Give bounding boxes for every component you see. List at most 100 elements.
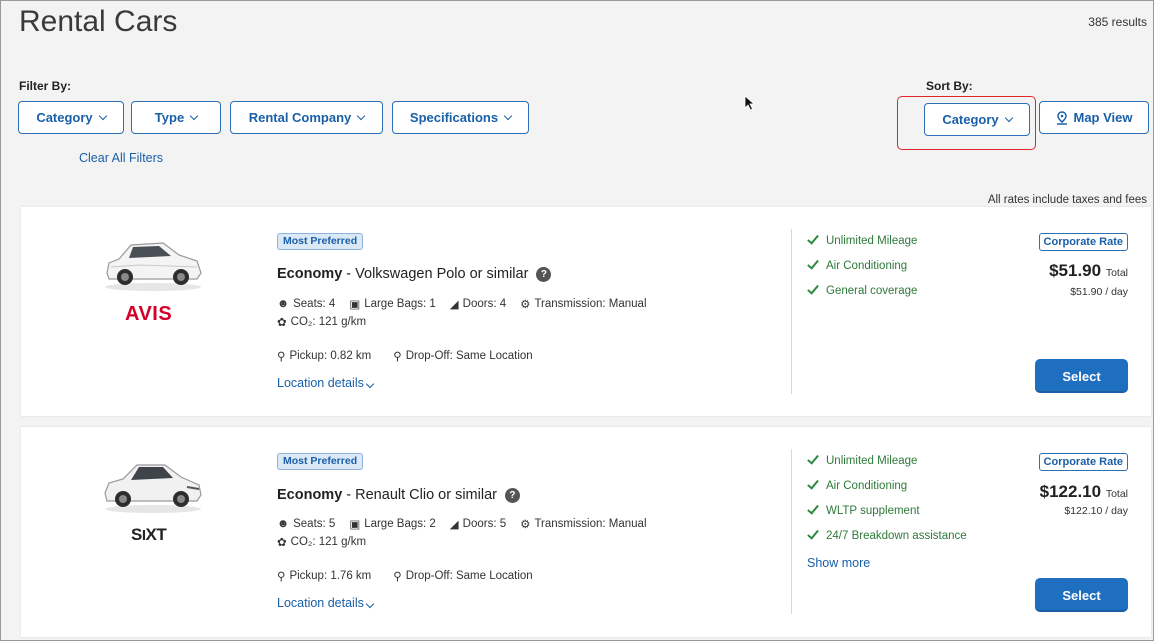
car-image	[105, 242, 202, 291]
location-details-label: Location details	[277, 376, 364, 390]
price-value: $51.90	[1049, 261, 1102, 280]
door-icon: ◢	[449, 299, 459, 311]
check-icon	[807, 452, 819, 465]
person-icon: ☻	[277, 298, 290, 310]
gear-icon: ⚙	[520, 299, 531, 311]
feature-item: WLTP supplement	[807, 498, 967, 523]
feature-item: General coverage	[807, 278, 917, 303]
filter-specifications-label: Specifications	[409, 110, 499, 125]
seats-spec: Seats: 4	[293, 298, 336, 310]
feature-item: Air Conditioning	[807, 253, 917, 278]
transmission-spec: Transmission: Manual	[534, 518, 647, 530]
chevron-down-icon	[98, 111, 107, 120]
feature-label: Unlimited Mileage	[826, 454, 918, 467]
avis-logo: AVIS	[125, 303, 173, 325]
most-preferred-badge: Most Preferred	[277, 453, 364, 470]
co2-info: ✿ CO₂: 121 g/km	[277, 315, 366, 329]
seats-spec: Seats: 5	[293, 518, 336, 530]
car-image	[104, 464, 202, 513]
filter-specifications-button[interactable]: Specifications	[392, 101, 529, 134]
filter-rental-company-button[interactable]: Rental Company	[230, 101, 383, 134]
feature-label: 24/7 Breakdown assistance	[826, 529, 967, 542]
chevron-down-icon	[503, 111, 513, 120]
feature-item: Unlimited Mileage	[807, 228, 917, 253]
check-icon	[807, 282, 819, 295]
car-specs: ☻ Seats: 4 ▣ Large Bags: 1 ◢ Doors: 4 ⚙ Tran…	[277, 297, 647, 311]
location-pin-icon: ⚲	[393, 571, 402, 583]
feature-label: General coverage	[826, 284, 918, 297]
check-icon	[807, 257, 819, 270]
results-count: 385 results	[1088, 15, 1147, 29]
car-category: Economy	[277, 487, 343, 503]
sixt-logo: SIXT	[131, 525, 167, 544]
sort-highlight-box	[897, 96, 1036, 150]
map-view-button[interactable]: Map View	[1039, 101, 1149, 134]
location-pin-icon: ⚲	[393, 351, 402, 363]
feature-label: Unlimited Mileage	[826, 234, 918, 247]
select-button[interactable]: Select	[1035, 359, 1128, 393]
co2-info: ✿ CO₂: 121 g/km	[277, 535, 366, 549]
feature-list: Unlimited Mileage Air Conditioning WLTP …	[807, 448, 967, 548]
rates-note: All rates include taxes and fees	[987, 194, 1147, 206]
filter-category-label: Category	[36, 110, 93, 125]
feature-label: WLTP supplement	[826, 504, 920, 517]
page-title: Rental Cars	[19, 5, 178, 38]
feature-label: Air Conditioning	[826, 259, 908, 272]
car-result-card: AVIS Most Preferred Economy - Volkswagen…	[21, 207, 1151, 416]
help-icon[interactable]: ?	[536, 266, 552, 282]
corporate-rate-badge: Corporate Rate	[1038, 453, 1128, 471]
price-total: $51.90 Total	[1049, 261, 1128, 281]
feature-list: Unlimited Mileage Air Conditioning Gener…	[807, 228, 917, 303]
filter-by-label: Filter By:	[19, 79, 72, 93]
car-result-card: SIXT Most Preferred Economy - Renault Cl…	[21, 427, 1151, 637]
co2-value: CO₂: 121 g/km	[290, 536, 367, 548]
door-icon: ◢	[449, 519, 459, 531]
mouse-cursor-icon	[744, 95, 756, 111]
divider	[791, 449, 792, 614]
bags-spec: Large Bags: 1	[364, 298, 436, 310]
location-details-link[interactable]: Location details	[277, 376, 375, 390]
price-per-day: $51.90 / day	[1070, 286, 1128, 298]
check-icon	[807, 502, 819, 515]
help-icon[interactable]: ?	[504, 487, 520, 503]
filter-type-label: Type	[154, 110, 185, 125]
map-view-label: Map View	[1073, 110, 1133, 125]
location-info: ⚲ Pickup: 1.76 km ⚲ Drop-Off: Same Locatio…	[277, 569, 533, 583]
chevron-down-icon	[365, 379, 375, 389]
check-icon	[807, 527, 819, 540]
price-per-day: $122.10 / day	[1064, 505, 1128, 517]
feature-item: 24/7 Breakdown assistance	[807, 523, 967, 548]
price-total: $122.10 Total	[1040, 482, 1128, 502]
location-details-link[interactable]: Location details	[277, 596, 375, 610]
pickup-distance: Pickup: 0.82 km	[289, 350, 372, 362]
car-title: Economy - Renault Clio or similar ?	[277, 487, 520, 503]
car-model: - Volkswagen Polo or similar	[342, 266, 529, 282]
price-suffix: Total	[1105, 488, 1128, 500]
gear-icon: ⚙	[520, 519, 531, 531]
select-button[interactable]: Select	[1035, 578, 1128, 612]
filter-rental-company-label: Rental Company	[248, 110, 352, 125]
feature-label: Air Conditioning	[826, 479, 908, 492]
dropoff-location: Drop-Off: Same Location	[405, 570, 533, 582]
feature-item: Air Conditioning	[807, 473, 967, 498]
doors-spec: Doors: 5	[462, 518, 507, 530]
feature-item: Unlimited Mileage	[807, 448, 967, 473]
leaf-icon: ✿	[277, 537, 287, 549]
sort-by-label: Sort By:	[926, 79, 973, 93]
car-model: - Renault Clio or similar	[342, 487, 497, 503]
filter-category-button[interactable]: Category	[18, 101, 124, 134]
transmission-spec: Transmission: Manual	[534, 298, 647, 310]
clear-all-filters-link[interactable]: Clear All Filters	[79, 151, 163, 165]
show-more-link[interactable]: Show more	[807, 556, 870, 570]
chevron-down-icon	[357, 111, 366, 120]
corporate-rate-badge: Corporate Rate	[1038, 233, 1128, 251]
filter-type-button[interactable]: Type	[131, 101, 221, 134]
doors-spec: Doors: 4	[462, 298, 507, 310]
co2-value: CO₂: 121 g/km	[290, 316, 367, 328]
leaf-icon: ✿	[277, 317, 287, 329]
results-header: Rental Cars 385 results Filter By: Sort …	[1, 1, 1153, 206]
dropoff-location: Drop-Off: Same Location	[405, 350, 533, 362]
location-pin-icon: ⚲	[277, 571, 286, 583]
car-category: Economy	[277, 266, 343, 282]
bags-spec: Large Bags: 2	[364, 518, 436, 530]
